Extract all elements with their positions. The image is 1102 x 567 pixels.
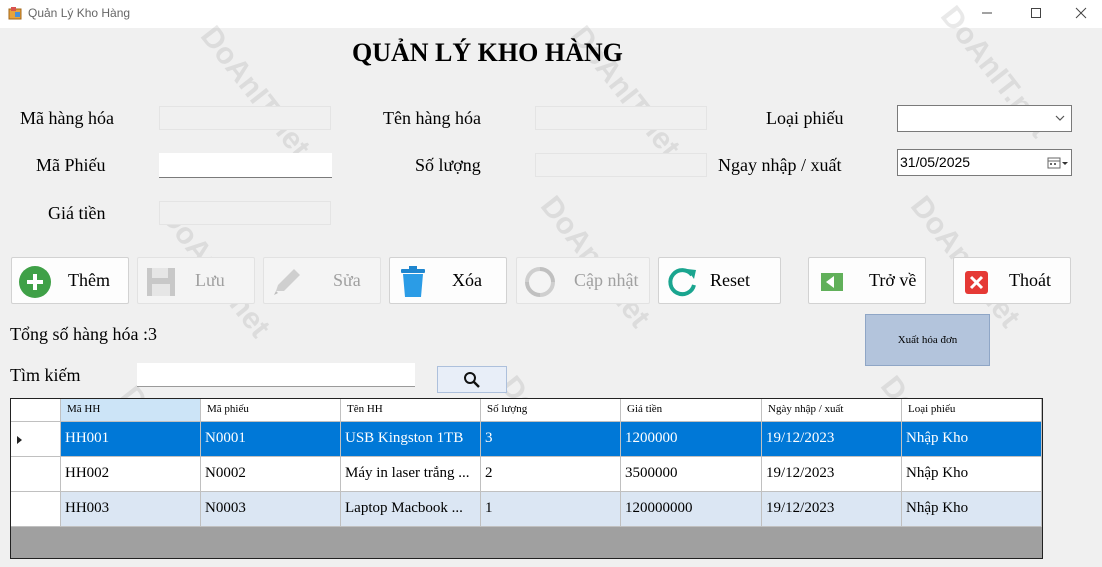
app-icon <box>8 7 22 20</box>
edit-button[interactable]: Sửa <box>263 257 381 304</box>
chevron-down-icon <box>1055 115 1065 121</box>
add-button[interactable]: Thêm <box>11 257 129 304</box>
maximize-icon <box>1031 8 1041 18</box>
search-icon <box>464 371 480 388</box>
window-titlebar: Quản Lý Kho Hàng <box>0 0 1102 28</box>
reset-icon <box>668 268 696 297</box>
search-label: Tìm kiếm <box>10 365 81 385</box>
ten-hang-hoa-label: Tên hàng hóa <box>383 108 481 128</box>
save-icon <box>147 268 175 296</box>
table-row[interactable]: HH002 N0002 Máy in laser trắng ... 2 350… <box>11 457 1042 492</box>
total-items-text: Tổng số hàng hóa :3 <box>10 324 157 344</box>
pencil-icon <box>274 269 300 295</box>
update-label: Cập nhật <box>574 270 639 290</box>
table-cell[interactable]: 1 <box>481 492 621 527</box>
ma-phieu-input[interactable] <box>159 153 332 178</box>
table-cell[interactable]: HH002 <box>61 457 201 492</box>
ten-hang-hoa-input[interactable] <box>535 106 707 130</box>
current-row-arrow-icon <box>17 436 22 444</box>
table-cell[interactable]: 19/12/2023 <box>762 422 902 457</box>
column-header[interactable]: Loại phiếu <box>902 399 1042 422</box>
table-cell[interactable]: Nhập Kho <box>902 457 1042 492</box>
edit-label: Sửa <box>333 270 361 290</box>
table-cell[interactable]: 120000000 <box>621 492 762 527</box>
column-header[interactable]: Giá tiền <box>621 399 762 422</box>
table-cell[interactable]: HH001 <box>61 422 201 457</box>
table-cell[interactable]: 1200000 <box>621 422 762 457</box>
table-cell[interactable]: N0001 <box>201 422 341 457</box>
export-invoice-button[interactable]: Xuất hóa đơn <box>865 314 990 366</box>
search-input[interactable] <box>137 363 415 387</box>
column-header[interactable]: Ngày nhập / xuất <box>762 399 902 422</box>
exit-icon <box>965 271 988 294</box>
row-selector[interactable] <box>11 457 61 492</box>
exit-button[interactable]: Thoát <box>953 257 1071 304</box>
grid-header-row: Mã HH Mã phiếu Tên HH Số lượng Giá tiền … <box>11 399 1042 422</box>
table-cell[interactable]: N0002 <box>201 457 341 492</box>
add-icon <box>19 266 51 298</box>
table-cell[interactable]: Laptop Macbook ... <box>341 492 481 527</box>
back-icon <box>821 273 843 291</box>
close-icon <box>1075 7 1087 19</box>
ma-hang-hoa-input[interactable] <box>159 106 331 130</box>
back-label: Trở về <box>869 270 917 290</box>
loai-phieu-select[interactable] <box>897 105 1072 132</box>
gia-tien-input[interactable] <box>159 201 331 225</box>
so-luong-input[interactable] <box>535 153 707 177</box>
row-selector[interactable] <box>11 422 61 457</box>
export-invoice-label: Xuất hóa đơn <box>897 334 958 346</box>
ngay-nhap-xuat-picker[interactable]: 31/05/2025 <box>897 149 1072 176</box>
table-row[interactable]: HH003 N0003 Laptop Macbook ... 1 1200000… <box>11 492 1042 527</box>
column-header[interactable]: Tên HH <box>341 399 481 422</box>
exit-label: Thoát <box>1009 270 1051 290</box>
column-header[interactable]: Mã phiếu <box>201 399 341 422</box>
table-cell[interactable]: 3 <box>481 422 621 457</box>
delete-label: Xóa <box>452 270 482 290</box>
delete-button[interactable]: Xóa <box>389 257 507 304</box>
column-header[interactable]: Số lượng <box>481 399 621 422</box>
table-row[interactable]: HH001 N0001 USB Kingston 1TB 3 1200000 1… <box>11 422 1042 457</box>
trash-icon <box>401 266 425 297</box>
add-label: Thêm <box>68 270 110 290</box>
calendar-icon[interactable] <box>1047 156 1069 170</box>
table-cell[interactable]: Nhập Kho <box>902 422 1042 457</box>
back-button[interactable]: Trở về <box>808 257 926 304</box>
save-button[interactable]: Lưu <box>137 257 255 304</box>
ngay-nhap-xuat-label: Ngay nhập / xuất <box>718 155 842 175</box>
table-cell[interactable]: Nhập Kho <box>902 492 1042 527</box>
maximize-button[interactable] <box>1013 0 1059 26</box>
table-cell[interactable]: 3500000 <box>621 457 762 492</box>
minimize-icon <box>982 12 992 14</box>
ma-phieu-label: Mã Phiếu <box>36 155 106 175</box>
ngay-nhap-xuat-value: 31/05/2025 <box>900 154 971 170</box>
window-title: Quản Lý Kho Hàng <box>28 6 131 20</box>
loai-phieu-label: Loại phiếu <box>766 108 844 128</box>
close-button[interactable] <box>1058 0 1102 26</box>
minimize-button[interactable] <box>964 0 1010 26</box>
table-cell[interactable]: USB Kingston 1TB <box>341 422 481 457</box>
refresh-icon <box>525 267 555 297</box>
table-cell[interactable]: HH003 <box>61 492 201 527</box>
table-cell[interactable]: 19/12/2023 <box>762 492 902 527</box>
ma-hang-hoa-label: Mã hàng hóa <box>20 108 114 128</box>
table-cell[interactable]: 19/12/2023 <box>762 457 902 492</box>
watermark-text: DoAnIT.net <box>193 20 317 164</box>
reset-button[interactable]: Reset <box>658 257 781 304</box>
reset-label: Reset <box>710 270 750 290</box>
save-label: Lưu <box>195 270 225 290</box>
table-cell[interactable]: 2 <box>481 457 621 492</box>
row-selector[interactable] <box>11 492 61 527</box>
update-button[interactable]: Cập nhật <box>516 257 650 304</box>
page-title: QUẢN LÝ KHO HÀNG <box>352 38 623 67</box>
search-button[interactable] <box>437 366 507 393</box>
data-grid[interactable]: Mã HH Mã phiếu Tên HH Số lượng Giá tiền … <box>10 398 1043 559</box>
so-luong-label: Số lượng <box>415 155 481 175</box>
table-cell[interactable]: Máy in laser trắng ... <box>341 457 481 492</box>
table-cell[interactable]: N0003 <box>201 492 341 527</box>
row-header-corner <box>11 399 61 422</box>
gia-tien-label: Giá tiền <box>48 203 106 223</box>
column-header[interactable]: Mã HH <box>61 399 201 422</box>
